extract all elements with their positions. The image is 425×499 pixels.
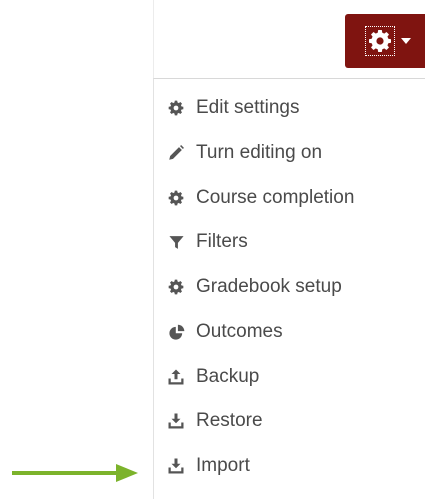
menu-item-label: Gradebook setup	[196, 276, 342, 297]
actions-menu-toggle-button[interactable]	[345, 14, 425, 68]
download-icon	[166, 456, 186, 476]
pencil-icon	[166, 143, 186, 163]
menu-item-outcomes[interactable]: Outcomes	[166, 317, 283, 347]
menu-item-turn-editing-on[interactable]: Turn editing on	[166, 138, 322, 168]
page: Edit settings Turn editing on Course com…	[0, 0, 425, 499]
arrow-right-icon	[12, 464, 138, 482]
menu-item-restore[interactable]: Restore	[166, 406, 263, 436]
menu-item-label: Restore	[196, 410, 263, 431]
menu-item-gradebook-setup[interactable]: Gradebook setup	[166, 272, 342, 302]
pie-chart-icon	[166, 322, 186, 342]
gear-icon	[166, 98, 186, 118]
gear-icon	[365, 26, 395, 56]
menu-item-label: Filters	[196, 231, 248, 252]
menu-item-label: Turn editing on	[196, 142, 323, 163]
menu-item-label: Course completion	[196, 187, 355, 208]
actions-dropdown-menu: Edit settings Turn editing on Course com…	[153, 78, 425, 499]
divider	[153, 0, 154, 78]
caret-down-icon	[401, 38, 411, 44]
menu-item-label: Edit settings	[196, 97, 300, 118]
menu-item-backup[interactable]: Backup	[166, 362, 259, 392]
gear-icon	[166, 277, 186, 297]
download-icon	[166, 411, 186, 431]
menu-item-label: Backup	[196, 366, 260, 387]
gear-icon	[166, 188, 186, 208]
menu-item-filters[interactable]: Filters	[166, 227, 248, 257]
filter-icon	[166, 232, 186, 252]
menu-item-course-completion[interactable]: Course completion	[166, 183, 354, 213]
upload-icon	[166, 367, 186, 387]
menu-item-edit-settings[interactable]: Edit settings	[166, 93, 300, 123]
menu-item-import[interactable]: Import	[166, 451, 250, 481]
menu-item-label: Import	[196, 455, 250, 476]
menu-item-label: Outcomes	[196, 321, 283, 342]
